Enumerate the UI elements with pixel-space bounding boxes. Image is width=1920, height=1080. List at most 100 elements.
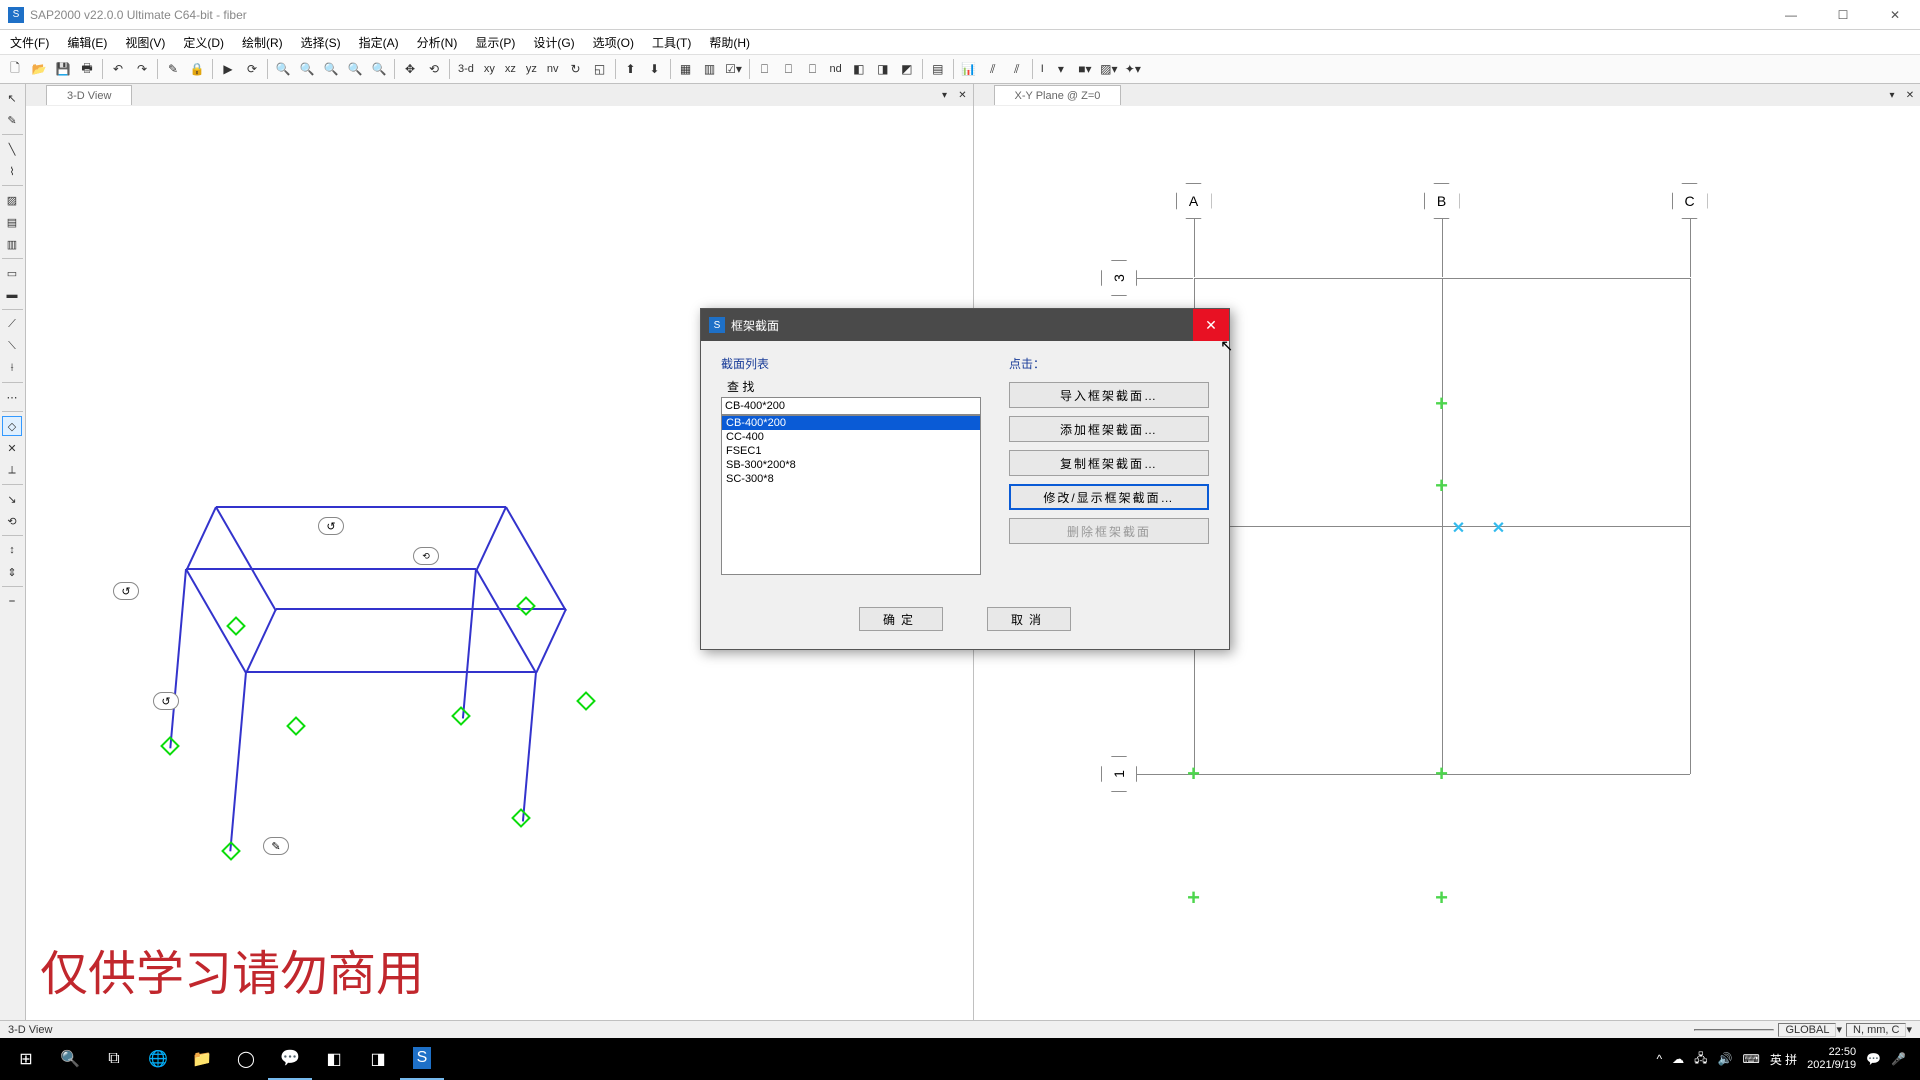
- modify-section-button[interactable]: 修改/显示框架截面…: [1009, 484, 1209, 510]
- tool11-icon[interactable]: ⋯: [2, 387, 22, 407]
- list-item[interactable]: SC-300*8: [722, 472, 980, 486]
- shrink-icon[interactable]: ◱: [589, 58, 611, 80]
- section-listbox[interactable]: CB-400*200 CC-400 FSEC1 SB-300*200*8 SC-…: [721, 415, 981, 575]
- tool14-icon[interactable]: ⟂: [2, 460, 22, 480]
- system-clock[interactable]: 22:50 2021/9/19: [1807, 1046, 1856, 1072]
- section-i-button[interactable]: I: [1037, 58, 1048, 80]
- zoom-in-icon[interactable]: 🔍: [320, 58, 342, 80]
- nd-button[interactable]: nd: [826, 58, 846, 80]
- import-section-button[interactable]: 导入框架截面…: [1009, 382, 1209, 408]
- app-icon-2[interactable]: ◨: [356, 1038, 400, 1080]
- view-xy-button[interactable]: xy: [480, 58, 499, 80]
- tool10-icon[interactable]: ⟊: [2, 358, 22, 378]
- table-icon[interactable]: ▤: [927, 58, 949, 80]
- maximize-button[interactable]: ☐: [1826, 3, 1860, 27]
- tool13-icon[interactable]: ✕: [2, 438, 22, 458]
- menu-define[interactable]: 定义(D): [183, 34, 224, 51]
- copy-section-button[interactable]: 复制框架截面…: [1009, 450, 1209, 476]
- chart3-icon[interactable]: ⫽: [1006, 58, 1028, 80]
- object1-icon[interactable]: ⎕: [754, 58, 776, 80]
- pointer-tool-icon[interactable]: ↖: [2, 88, 22, 108]
- menu-options[interactable]: 选项(O): [593, 34, 634, 51]
- taskview-icon[interactable]: ⧉: [92, 1038, 136, 1080]
- zoom-window-icon[interactable]: 🔍: [272, 58, 294, 80]
- view-yz-button[interactable]: yz: [522, 58, 541, 80]
- tray-network-icon[interactable]: 🖧: [1694, 1049, 1707, 1070]
- fill-icon[interactable]: ■▾: [1074, 58, 1096, 80]
- status-units-dropdown-icon[interactable]: ▾: [1906, 1023, 1912, 1036]
- menu-analyze[interactable]: 分析(N): [417, 34, 458, 51]
- left-pane-tab[interactable]: 3-D View: [46, 85, 132, 105]
- edge-icon[interactable]: 🌐: [136, 1038, 180, 1080]
- tool9-icon[interactable]: ⟍: [2, 336, 22, 356]
- menu-view[interactable]: 视图(V): [125, 34, 165, 51]
- chart2-icon[interactable]: ⫽: [982, 58, 1004, 80]
- tray-cloud-icon[interactable]: ☁: [1672, 1052, 1684, 1066]
- sap2000-taskbar-icon[interactable]: S: [400, 1038, 444, 1080]
- tool5-icon[interactable]: ▥: [2, 234, 22, 254]
- menu-design[interactable]: 设计(G): [533, 34, 574, 51]
- status-dropdown-icon[interactable]: ▾: [1836, 1023, 1842, 1036]
- pan-icon[interactable]: ✥: [399, 58, 421, 80]
- refresh-icon[interactable]: ✎: [162, 58, 184, 80]
- perspective-icon[interactable]: ↻: [565, 58, 587, 80]
- zoom-prev-icon[interactable]: 🔍: [368, 58, 390, 80]
- redo-icon[interactable]: ↷: [131, 58, 153, 80]
- menu-draw[interactable]: 绘制(R): [242, 34, 283, 51]
- line-tool-icon[interactable]: ╲: [2, 139, 22, 159]
- tool17-icon[interactable]: ↕: [2, 540, 22, 560]
- view-xz-button[interactable]: xz: [501, 58, 520, 80]
- tool19-icon[interactable]: ⎯: [2, 591, 22, 611]
- object3-icon[interactable]: ⎕: [802, 58, 824, 80]
- rotate-icon[interactable]: ⟲: [423, 58, 445, 80]
- right-pane-tab[interactable]: X-Y Plane @ Z=0: [994, 85, 1122, 105]
- edit-tool-icon[interactable]: ✎: [2, 110, 22, 130]
- search-input[interactable]: [721, 397, 981, 415]
- tool15-icon[interactable]: ↘: [2, 489, 22, 509]
- tool3-icon[interactable]: ▨: [2, 190, 22, 210]
- fill-tool-icon[interactable]: ▬: [2, 285, 22, 305]
- tool4-icon[interactable]: ▤: [2, 212, 22, 232]
- list-item[interactable]: CC-400: [722, 430, 980, 444]
- zoom-out-icon[interactable]: 🔍: [344, 58, 366, 80]
- open-icon[interactable]: 📂: [28, 58, 50, 80]
- tray-chevron-icon[interactable]: ^: [1657, 1052, 1663, 1066]
- list-item[interactable]: CB-400*200: [722, 416, 980, 430]
- add-section-button[interactable]: 添加框架截面…: [1009, 416, 1209, 442]
- snap-tool-icon[interactable]: ◇: [2, 416, 22, 436]
- close-button[interactable]: ✕: [1878, 3, 1912, 27]
- minimize-button[interactable]: —: [1774, 3, 1808, 27]
- tool8-icon[interactable]: ⟋: [2, 314, 22, 334]
- right-pane-close-icon[interactable]: ✕: [1902, 87, 1918, 103]
- search-icon[interactable]: 🔍: [48, 1038, 92, 1080]
- dropdown1-icon[interactable]: ▾: [1050, 58, 1072, 80]
- save-icon[interactable]: 💾: [52, 58, 74, 80]
- list-item[interactable]: SB-300*200*8: [722, 458, 980, 472]
- axis-icon[interactable]: ✦▾: [1122, 58, 1144, 80]
- lock-icon[interactable]: 🔒: [186, 58, 208, 80]
- status-global[interactable]: GLOBAL: [1778, 1023, 1836, 1037]
- right-pane-dropdown-icon[interactable]: ▾: [1884, 87, 1900, 103]
- menu-file[interactable]: 文件(F): [10, 34, 49, 51]
- toggle-icon[interactable]: ☑▾: [723, 58, 745, 80]
- tray-keyboard-icon[interactable]: ⌨: [1742, 1052, 1759, 1066]
- app-icon-1[interactable]: ◧: [312, 1038, 356, 1080]
- run-icon[interactable]: ▶: [217, 58, 239, 80]
- analyze-icon[interactable]: ⟳: [241, 58, 263, 80]
- print-icon[interactable]: 🖶: [76, 58, 98, 80]
- system-tray[interactable]: ^ ☁ 🖧 🔊 ⌨ 英 拼 22:50 2021/9/19 💬 🎤: [1647, 1046, 1917, 1072]
- list-item[interactable]: FSEC1: [722, 444, 980, 458]
- menu-edit[interactable]: 编辑(E): [67, 34, 107, 51]
- menu-help[interactable]: 帮助(H): [709, 34, 750, 51]
- dialog-close-button[interactable]: ✕: [1193, 309, 1229, 341]
- pattern-icon[interactable]: ▨▾: [1098, 58, 1120, 80]
- explorer-icon[interactable]: 📁: [180, 1038, 224, 1080]
- marker2-icon[interactable]: ◨: [872, 58, 894, 80]
- menu-display[interactable]: 显示(P): [475, 34, 515, 51]
- pane-dropdown-icon[interactable]: ▾: [937, 87, 953, 103]
- menu-tools[interactable]: 工具(T): [652, 34, 691, 51]
- status-units[interactable]: N, mm, C: [1846, 1023, 1906, 1037]
- chart-icon[interactable]: 📊: [958, 58, 980, 80]
- view-nv-button[interactable]: nv: [543, 58, 563, 80]
- cancel-button[interactable]: 取消: [987, 607, 1071, 631]
